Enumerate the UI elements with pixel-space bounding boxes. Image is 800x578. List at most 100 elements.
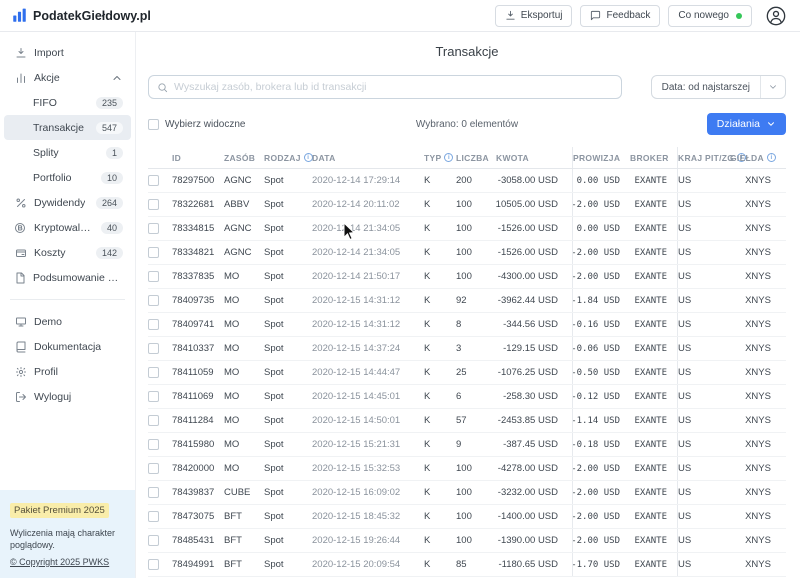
row-checkbox[interactable] bbox=[148, 223, 159, 234]
column-header-zasob[interactable]: ZASÓB bbox=[224, 147, 264, 168]
row-checkbox[interactable] bbox=[148, 247, 159, 258]
sidebar-item-label: Wyloguj bbox=[34, 391, 71, 403]
sidebar-item-import[interactable]: Import bbox=[4, 40, 131, 65]
premium-badge[interactable]: Pakiet Premium 2025 bbox=[10, 503, 109, 518]
sidebar-item-wyloguj[interactable]: Wyloguj bbox=[4, 384, 131, 409]
table-row[interactable]: 78334815AGNCSpot2020-12-14 21:34:05K100-… bbox=[148, 217, 786, 241]
search-box[interactable] bbox=[148, 75, 622, 99]
table-row[interactable]: 78411069MOSpot2020-12-15 14:45:01K6-258.… bbox=[148, 385, 786, 409]
cell-typ: K bbox=[424, 217, 456, 240]
cell-broker: EXANTE bbox=[630, 529, 678, 552]
cell-kraj-pitzg: US bbox=[678, 289, 730, 312]
row-checkbox[interactable] bbox=[148, 511, 159, 522]
select-visible-control[interactable]: Wybierz widoczne bbox=[148, 119, 246, 130]
table-row[interactable]: 78334821AGNCSpot2020-12-14 21:34:05K100-… bbox=[148, 241, 786, 265]
table-row[interactable]: 78473075BFTSpot2020-12-15 18:45:32K100-1… bbox=[148, 505, 786, 529]
sidebar-item-fifo[interactable]: FIFO235 bbox=[4, 90, 131, 115]
table-row[interactable]: 78297500AGNCSpot2020-12-14 17:29:14K200-… bbox=[148, 169, 786, 193]
sidebar-item-akcje[interactable]: Akcje bbox=[4, 65, 131, 90]
cell-zasob: AGNC bbox=[224, 169, 264, 192]
table-row[interactable]: 78494991BFTSpot2020-12-15 20:09:54K85-11… bbox=[148, 553, 786, 577]
sidebar-item-dywidendy[interactable]: Dywidendy264 bbox=[4, 190, 131, 215]
cell-liczba: 200 bbox=[456, 169, 496, 192]
row-select-cell bbox=[148, 313, 172, 336]
column-header-kraj-pitzg[interactable]: KRAJ PIT/ZGi bbox=[678, 147, 730, 168]
search-icon bbox=[157, 82, 168, 93]
table-row[interactable]: 78410337MOSpot2020-12-15 14:37:24K3-129.… bbox=[148, 337, 786, 361]
row-select-cell bbox=[148, 169, 172, 192]
table-row[interactable]: 78411284MOSpot2020-12-15 14:50:01K57-245… bbox=[148, 409, 786, 433]
cell-rodzaj: Spot bbox=[264, 433, 312, 456]
row-checkbox[interactable] bbox=[148, 175, 159, 186]
sidebar-item-portfolio[interactable]: Portfolio10 bbox=[4, 165, 131, 190]
actions-button[interactable]: Działania bbox=[707, 113, 786, 135]
table-row[interactable]: 78411059MOSpot2020-12-15 14:44:47K25-107… bbox=[148, 361, 786, 385]
cell-prowizja: -0.12 USD bbox=[572, 385, 630, 408]
search-input[interactable] bbox=[174, 81, 613, 93]
brand[interactable]: PodatekGiełdowy.pl bbox=[12, 8, 151, 23]
column-header-rodzaj[interactable]: RODZAJi bbox=[264, 147, 312, 168]
table-row[interactable]: 78415980MOSpot2020-12-15 15:21:31K9-387.… bbox=[148, 433, 786, 457]
column-header-id[interactable]: ID bbox=[172, 147, 224, 168]
cell-kwota: -4278.00 USD bbox=[496, 457, 572, 480]
user-avatar-button[interactable] bbox=[764, 4, 788, 28]
row-checkbox[interactable] bbox=[148, 487, 159, 498]
table-row[interactable]: 78485431BFTSpot2020-12-15 19:26:44K100-1… bbox=[148, 529, 786, 553]
column-header-prowizja[interactable]: PROWIZJA bbox=[572, 147, 630, 168]
info-icon: i bbox=[444, 153, 453, 162]
table-row[interactable]: 78337835MOSpot2020-12-14 21:50:17K100-43… bbox=[148, 265, 786, 289]
cell-liczba: 100 bbox=[456, 457, 496, 480]
row-checkbox[interactable] bbox=[148, 319, 159, 330]
row-checkbox[interactable] bbox=[148, 271, 159, 282]
row-checkbox[interactable] bbox=[148, 391, 159, 402]
row-checkbox[interactable] bbox=[148, 295, 159, 306]
copyright-link[interactable]: © Copyright 2025 PWKS bbox=[10, 557, 109, 567]
sidebar-item-kryptowaluty[interactable]: Kryptowaluty40 bbox=[4, 215, 131, 240]
row-checkbox[interactable] bbox=[148, 367, 159, 378]
row-checkbox[interactable] bbox=[148, 463, 159, 474]
row-checkbox[interactable] bbox=[148, 535, 159, 546]
cell-zasob: MO bbox=[224, 433, 264, 456]
sort-dropdown[interactable]: Data: od najstarszej bbox=[651, 75, 786, 99]
table-row[interactable]: 78322681ABBVSpot2020-12-14 20:11:02K100-… bbox=[148, 193, 786, 217]
row-checkbox[interactable] bbox=[148, 439, 159, 450]
cell-rodzaj: Spot bbox=[264, 481, 312, 504]
sidebar-item-podsumowanie-pit-38[interactable]: Podsumowanie PIT-38 bbox=[4, 265, 131, 290]
column-header-liczba[interactable]: LICZBA bbox=[456, 147, 496, 168]
row-select-cell bbox=[148, 289, 172, 312]
brand-logo-icon bbox=[12, 8, 27, 23]
table-row[interactable]: 78409741MOSpot2020-12-15 14:31:12K8-344.… bbox=[148, 313, 786, 337]
select-visible-checkbox[interactable] bbox=[148, 119, 159, 130]
costs-icon bbox=[14, 247, 27, 259]
sidebar-item-splity[interactable]: Splity1 bbox=[4, 140, 131, 165]
row-select-cell bbox=[148, 217, 172, 240]
table-row[interactable]: 78439837CUBESpot2020-12-15 16:09:02K100-… bbox=[148, 481, 786, 505]
column-header-broker[interactable]: BROKER bbox=[630, 147, 678, 168]
sidebar-item-label: Koszty bbox=[34, 247, 66, 259]
row-checkbox[interactable] bbox=[148, 559, 159, 570]
whats-new-button[interactable]: Co nowego bbox=[668, 5, 752, 27]
column-header-gielda[interactable]: GIEŁDAi bbox=[730, 147, 786, 168]
row-checkbox[interactable] bbox=[148, 415, 159, 426]
column-header-data[interactable]: DATA bbox=[312, 147, 424, 168]
export-button[interactable]: Eksportuj bbox=[495, 5, 573, 27]
cell-liczba: 6 bbox=[456, 385, 496, 408]
sidebar-item-dokumentacja[interactable]: Dokumentacja bbox=[4, 334, 131, 359]
column-header-kwota[interactable]: KWOTA bbox=[496, 147, 572, 168]
sidebar-item-demo[interactable]: Demo bbox=[4, 309, 131, 334]
table-row[interactable]: 78409735MOSpot2020-12-15 14:31:12K92-396… bbox=[148, 289, 786, 313]
row-checkbox[interactable] bbox=[148, 343, 159, 354]
table-row[interactable]: 78420000MOSpot2020-12-15 15:32:53K100-42… bbox=[148, 457, 786, 481]
cell-id: 78337835 bbox=[172, 265, 224, 288]
sidebar-item-koszty[interactable]: Koszty142 bbox=[4, 240, 131, 265]
cell-id: 78297500 bbox=[172, 169, 224, 192]
cell-zasob: ABBV bbox=[224, 193, 264, 216]
sidebar-item-transakcje[interactable]: Transakcje547 bbox=[4, 115, 131, 140]
row-checkbox[interactable] bbox=[148, 199, 159, 210]
cell-liczba: 57 bbox=[456, 409, 496, 432]
cell-data: 2020-12-15 14:31:12 bbox=[312, 313, 424, 336]
column-label: LICZBA bbox=[456, 153, 489, 163]
sidebar-item-profil[interactable]: Profil bbox=[4, 359, 131, 384]
column-header-typ[interactable]: TYPi bbox=[424, 147, 456, 168]
feedback-button[interactable]: Feedback bbox=[580, 5, 660, 27]
